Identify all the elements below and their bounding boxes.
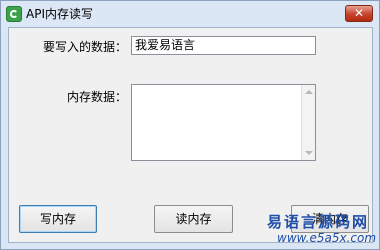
memory-data-textarea[interactable]: [131, 84, 316, 161]
write-memory-button[interactable]: 写内存: [19, 205, 97, 233]
memory-data-label: 内存数据：: [67, 90, 128, 104]
data-to-write-label: 要写入的数据：: [43, 40, 128, 54]
watermark-url-text: www.e5a5x.com: [277, 231, 377, 245]
memory-data-scrollbar[interactable]: [301, 85, 315, 160]
app-window: API内存读写 ✕ 要写入的数据： 我爱易语言 内存数据： 写内存 读内存 清内…: [0, 0, 380, 250]
app-icon: [6, 6, 22, 22]
watermark-chinese-text: 易语言源码网: [267, 213, 370, 231]
scroll-up-icon[interactable]: [305, 90, 313, 94]
title-bar[interactable]: API内存读写 ✕: [1, 1, 379, 28]
close-button[interactable]: ✕: [345, 5, 373, 22]
watermark: 易语言源码网 www.e5a5x.com: [263, 211, 379, 249]
data-to-write-input[interactable]: 我爱易语言: [131, 36, 316, 55]
read-memory-button[interactable]: 读内存: [154, 205, 233, 233]
window-title: API内存读写: [26, 7, 93, 21]
scroll-down-icon[interactable]: [305, 151, 313, 155]
